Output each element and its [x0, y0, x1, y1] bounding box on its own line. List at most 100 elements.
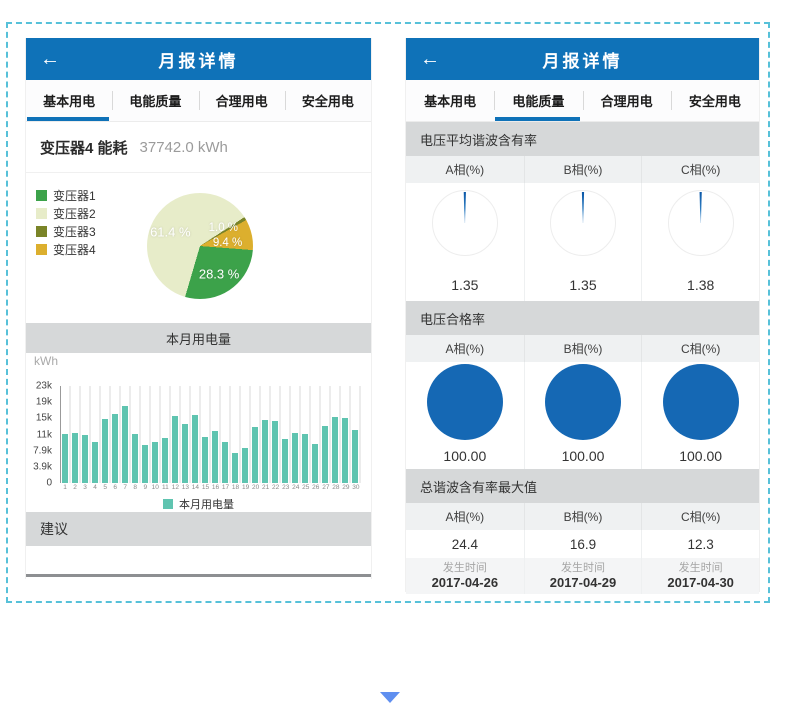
back-icon[interactable]: ←	[40, 49, 60, 69]
bar-chart-plot	[60, 386, 361, 483]
bar	[242, 448, 248, 483]
gauge-dial	[668, 190, 734, 256]
x-tick-label: 18	[231, 483, 241, 495]
x-tick-label: 1	[60, 483, 70, 495]
x-tick-label: 10	[150, 483, 160, 495]
right-sections: 电压平均谐波含有率A相(%)B相(%)C相(%)1.351.351.38电压合格…	[406, 122, 759, 594]
y-axis-unit-label: kWh	[26, 353, 371, 370]
x-tick-label: 29	[341, 483, 351, 495]
bar-chart: 03.9k7.9k11k15k19k23k	[26, 370, 371, 483]
bar	[82, 435, 88, 484]
bar-legend-label: 本月用电量	[179, 496, 234, 512]
bar-slot	[271, 386, 281, 483]
bar	[352, 430, 358, 483]
left-tab-bar: 基本用电电能质量合理用电安全用电	[26, 80, 371, 122]
phase-column-header: B相(%)	[524, 156, 642, 183]
x-tick-label: 19	[241, 483, 251, 495]
x-tick-label: 3	[80, 483, 90, 495]
suggestion-section-header: 建议	[26, 512, 371, 546]
y-tick-label: 3.9k	[33, 461, 52, 472]
x-tick-label: 12	[170, 483, 180, 495]
x-tick-label: 25	[301, 483, 311, 495]
tab-power-quality[interactable]: 电能质量	[112, 80, 198, 121]
circle-value: 100.00	[641, 443, 759, 469]
tab-basic-power[interactable]: 基本用电	[26, 80, 112, 121]
bar	[212, 431, 218, 483]
bar-slot	[331, 386, 341, 483]
bar-slot	[311, 386, 321, 483]
bar	[172, 416, 178, 483]
bar	[92, 442, 98, 483]
bar-slot	[301, 386, 311, 483]
bar	[132, 434, 138, 483]
bar-slot	[171, 386, 181, 483]
voltage-qualified-rate-section-circles	[406, 362, 759, 443]
pie-legend-item: 变压器4	[36, 240, 96, 258]
bar-slot	[111, 386, 121, 483]
bar-slot	[211, 386, 221, 483]
tab-safe-power[interactable]: 安全用电	[671, 80, 759, 121]
bar	[102, 419, 108, 483]
occurrence-time-value: 2017-04-29	[550, 575, 617, 590]
circle-cell	[524, 362, 642, 443]
tab-reasonable-power[interactable]: 合理用电	[199, 80, 285, 121]
month-usage-section-header: 本月用电量	[26, 323, 371, 353]
phase-column-header: C相(%)	[641, 335, 759, 362]
pie-slice-label: 28.3 %	[199, 266, 239, 281]
max-thd-section-header: 总谐波含有率最大值	[406, 469, 759, 503]
bar-slot	[261, 386, 271, 483]
phase-column-header: C相(%)	[641, 156, 759, 183]
month-usage-title: 本月用电量	[166, 329, 231, 348]
tab-safe-power[interactable]: 安全用电	[285, 80, 371, 121]
avg-harmonic-rate-section-header: 电压平均谐波含有率	[406, 122, 759, 156]
x-tick-label: 20	[251, 483, 261, 495]
bar-slot	[151, 386, 161, 483]
gauge-needle-icon	[698, 192, 703, 223]
back-icon[interactable]: ←	[420, 49, 440, 69]
occurrence-time-cell: 发生时间2017-04-29	[524, 558, 642, 594]
bar	[262, 420, 268, 483]
bar-slot	[71, 386, 81, 483]
gauge-cell	[406, 183, 524, 269]
occurrence-time-value: 2017-04-26	[432, 575, 499, 590]
occurrence-time-cell: 发生时间2017-04-26	[406, 558, 524, 594]
tab-basic-power[interactable]: 基本用电	[406, 80, 494, 121]
max-thd-section-values: 24.416.912.3	[406, 530, 759, 558]
x-tick-label: 22	[271, 483, 281, 495]
max-thd-section-columns: A相(%)B相(%)C相(%)	[406, 503, 759, 530]
bar	[332, 417, 338, 483]
voltage-qualified-rate-section-columns: A相(%)B相(%)C相(%)	[406, 335, 759, 362]
pie-legend-label: 变压器4	[53, 241, 96, 258]
circle-cell	[406, 362, 524, 443]
bar	[142, 445, 148, 483]
y-tick-label: 19k	[36, 397, 52, 408]
x-tick-label: 13	[180, 483, 190, 495]
pie-chart-area: 变压器1变压器2变压器3变压器4 28.3 %61.4 %1.0 %9.4 %	[26, 173, 371, 323]
phase-column-header: A相(%)	[406, 335, 524, 362]
circle-value: 100.00	[406, 443, 524, 469]
bar-slot	[121, 386, 131, 483]
phase-column-header: B相(%)	[524, 503, 642, 530]
suggestion-title: 建议	[40, 519, 68, 539]
circle-cell	[641, 362, 759, 443]
left-app-header: ← 月报详情	[26, 38, 371, 80]
bar-slot	[131, 386, 141, 483]
tab-power-quality[interactable]: 电能质量	[494, 80, 582, 121]
gauge-dial	[432, 190, 498, 256]
phase-column-header: B相(%)	[524, 335, 642, 362]
occurrence-time-value: 2017-04-30	[667, 575, 734, 590]
pie-legend: 变压器1变压器2变压器3变压器4	[36, 186, 96, 258]
x-tick-label: 9	[140, 483, 150, 495]
x-tick-label: 23	[281, 483, 291, 495]
tab-reasonable-power[interactable]: 合理用电	[583, 80, 671, 121]
x-tick-label: 7	[120, 483, 130, 495]
x-tick-label: 21	[261, 483, 271, 495]
bar	[272, 421, 278, 483]
full-circle-indicator	[545, 364, 621, 440]
y-tick-label: 15k	[36, 413, 52, 424]
pie-legend-label: 变压器3	[53, 223, 96, 240]
occurrence-time-cell: 发生时间2017-04-30	[641, 558, 759, 594]
max-value: 16.9	[524, 530, 642, 558]
occurrence-time-label: 发生时间	[443, 562, 487, 575]
bar	[312, 444, 318, 483]
